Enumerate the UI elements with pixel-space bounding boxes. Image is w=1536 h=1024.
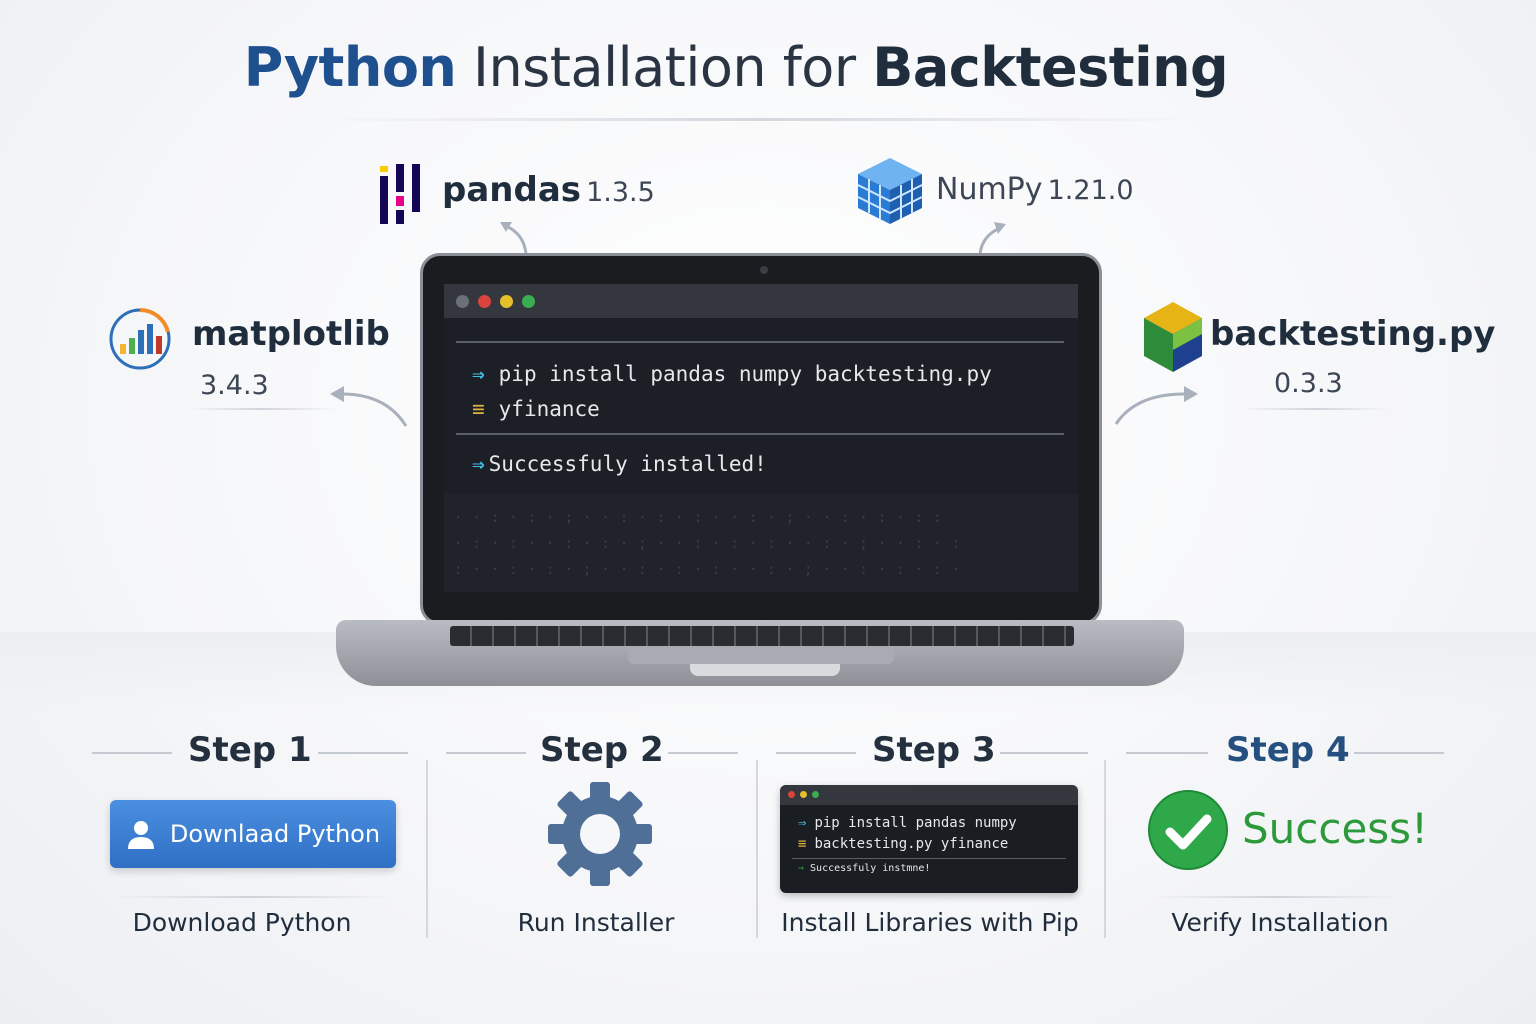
step4-rule-right (1354, 752, 1444, 754)
numpy-name: NumPy (936, 172, 1043, 207)
matplotlib-name: matplotlib (192, 314, 390, 354)
laptop-keyboard (450, 626, 1074, 646)
terminal-divider-top (456, 341, 1064, 343)
mini-prompt-icon: ⇒ (798, 815, 807, 831)
gear-icon (548, 782, 652, 886)
backtesting-name: backtesting.py (1210, 314, 1496, 354)
step2-rule-right (668, 752, 738, 754)
mini-minimize-dot[interactable] (800, 791, 807, 798)
matplotlib-divider (186, 408, 336, 410)
user-icon (127, 821, 154, 849)
arrow-pandas-icon (500, 222, 528, 255)
step-separator-3 (1104, 760, 1106, 938)
terminal-window[interactable]: ⇒ pip install pandas numpy backtesting.py… (444, 284, 1078, 592)
step4-rule-left (1126, 752, 1208, 754)
backtesting-version: 0.3.3 (1274, 368, 1343, 399)
pandas-name: pandas (442, 170, 582, 210)
laptop-trackpad (628, 646, 894, 664)
matplotlib-version: 3.4.3 (200, 370, 269, 401)
step4-caption-rule (1150, 896, 1400, 898)
webcam-icon (760, 266, 768, 274)
terminal-divider-bottom (456, 433, 1064, 435)
pandas-logo-icon (380, 164, 420, 224)
window-dot-gray[interactable] (456, 295, 469, 308)
mini-maximize-dot[interactable] (812, 791, 819, 798)
step4-caption: Verify Installation (1171, 908, 1389, 937)
numpy-version: 1.21.0 (1047, 175, 1134, 206)
mini-close-dot[interactable] (788, 791, 795, 798)
numpy-label: NumPy 1.21.0 (936, 172, 1134, 207)
mini-terminal-window[interactable]: ⇒ pip install pandas numpy ≡ backtesting.p… (780, 785, 1078, 893)
page-title: Python Installation for Backtesting (0, 36, 1472, 99)
pandas-version: 1.3.5 (586, 177, 655, 208)
mini-line-command: ⇒ pip install pandas numpy (798, 815, 1017, 831)
title-python: Python (243, 36, 457, 99)
step3-heading: Step 3 (872, 730, 996, 770)
window-close-dot[interactable] (478, 295, 491, 308)
title-middle: Installation for (456, 36, 873, 99)
download-python-button[interactable]: Downlaad Python (110, 800, 396, 868)
step3-rule-left (776, 752, 856, 754)
menu-lines-icon: ≡ (472, 397, 485, 421)
numpy-cube-icon (857, 158, 923, 224)
terminal-titlebar (444, 284, 1078, 318)
step1-caption: Download Python (132, 908, 352, 937)
step1-rule-right (318, 752, 408, 754)
step3-caption: Install Libraries with Pip (781, 908, 1079, 937)
laptop-notch (690, 664, 840, 676)
mini-success-prompt-icon: ⇒ (798, 863, 805, 874)
step1-rule-left (92, 752, 172, 754)
mini-divider (792, 858, 1066, 859)
pandas-label: pandas 1.3.5 (442, 170, 655, 210)
mini-line-continuation: ≡ backtesting.py yfinance (798, 836, 1009, 852)
download-button-label: Downlaad Python (169, 820, 381, 848)
checkmark-circle-icon (1148, 790, 1228, 870)
prompt-success-icon: ⇒ (472, 452, 485, 476)
step1-caption-rule (110, 896, 396, 898)
step2-heading: Step 2 (540, 730, 664, 770)
title-divider (320, 118, 1200, 121)
step3-rule-right (1000, 752, 1088, 754)
mini-menu-icon: ≡ (798, 836, 807, 852)
terminal-line-continuation: ≡ yfinance (472, 397, 600, 421)
window-minimize-dot[interactable] (500, 295, 513, 308)
arrow-numpy-icon (978, 222, 1006, 255)
prompt-icon: ⇒ (472, 362, 485, 386)
success-text: Success! (1242, 804, 1428, 853)
step-separator-2 (756, 760, 758, 938)
step2-caption: Run Installer (517, 908, 675, 937)
arrow-backtesting-icon (1114, 386, 1198, 425)
terminal-line-command: ⇒ pip install pandas numpy backtesting.py (472, 362, 992, 386)
step2-rule-left (446, 752, 526, 754)
step1-heading: Step 1 (188, 730, 312, 770)
mini-line-success: ⇒ Successfuly instmne! (798, 863, 931, 874)
terminal-scrollback: ··:·:·;··:·:·:··:·;··:·:·:: ·:·:··:·:·;·… (444, 494, 1078, 592)
title-backtesting: Backtesting (872, 36, 1229, 99)
terminal-line-success: ⇒ Successfuly installed! (472, 452, 767, 476)
arrow-matplotlib-icon (330, 386, 408, 427)
backtesting-divider (1240, 408, 1390, 410)
mini-terminal-titlebar (780, 785, 1078, 805)
step-separator-1 (426, 760, 428, 938)
window-maximize-dot[interactable] (522, 295, 535, 308)
step4-heading: Step 4 (1226, 730, 1350, 770)
backtesting-cube-icon (1144, 302, 1202, 372)
matplotlib-chart-icon (109, 308, 171, 370)
